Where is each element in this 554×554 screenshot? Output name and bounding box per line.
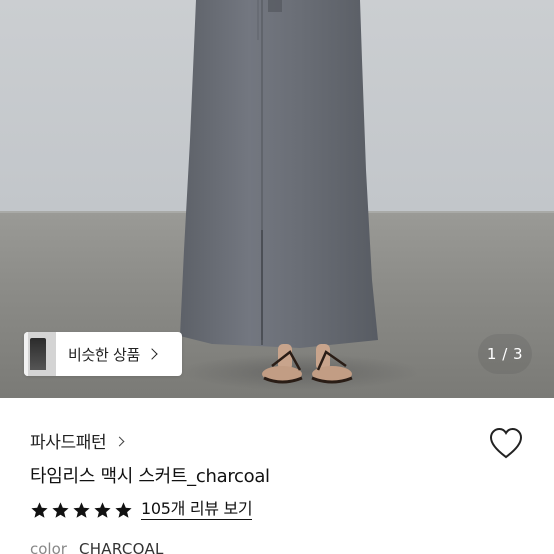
- star-filled-icon: [94, 501, 111, 518]
- color-value: CHARCOAL: [78, 540, 164, 554]
- color-option-row: color CHARCOAL: [30, 540, 164, 554]
- product-title: 타임리스 맥시 스커트_charcoal: [30, 466, 270, 487]
- star-filled-icon: [52, 501, 69, 518]
- similar-products-label: 비슷한 상품: [68, 345, 140, 364]
- color-label: color: [30, 540, 67, 554]
- chevron-right-icon: [146, 348, 158, 360]
- review-link[interactable]: 105개 리뷰 보기: [141, 500, 253, 520]
- brand-link[interactable]: 파사드패턴: [30, 428, 125, 453]
- image-pager-indicator: 1 / 3: [478, 334, 532, 374]
- product-image-carousel[interactable]: 비슷한 상품 1 / 3: [0, 0, 554, 398]
- star-filled-icon: [73, 501, 90, 518]
- rating-stars: [30, 501, 133, 520]
- heart-outline-icon: [489, 427, 523, 459]
- star-filled-icon: [31, 501, 48, 518]
- similar-product-thumbnail: [24, 332, 56, 376]
- rating-row: 105개 리뷰 보기: [30, 500, 253, 520]
- star-filled-icon: [115, 501, 132, 518]
- similar-products-button[interactable]: 비슷한 상품: [24, 332, 182, 376]
- chevron-right-icon: [114, 436, 125, 446]
- brand-name: 파사드패턴: [30, 433, 107, 453]
- wishlist-heart-button[interactable]: [488, 426, 524, 460]
